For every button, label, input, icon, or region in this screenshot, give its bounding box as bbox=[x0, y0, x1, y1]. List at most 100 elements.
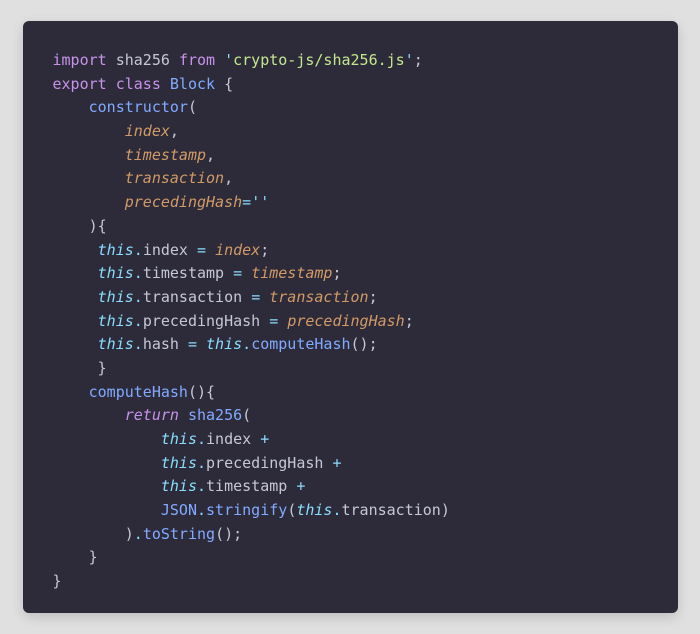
stringify-method: stringify bbox=[206, 501, 287, 519]
dot: . bbox=[134, 525, 143, 543]
string-literal: crypto-js/sha256.js bbox=[233, 51, 405, 69]
paren: ( bbox=[287, 501, 296, 519]
brace: } bbox=[98, 359, 107, 377]
property: timestamp bbox=[143, 264, 224, 282]
indent bbox=[53, 430, 161, 448]
identifier-sha256: sha256 bbox=[116, 51, 170, 69]
code-panel: import sha256 from 'crypto-js/sha256.js'… bbox=[23, 21, 678, 613]
this-keyword: this bbox=[98, 288, 134, 306]
brace: } bbox=[53, 572, 62, 590]
property: index bbox=[206, 430, 251, 448]
quote: ' bbox=[260, 193, 269, 211]
dot: . bbox=[197, 454, 206, 472]
indent bbox=[53, 146, 125, 164]
space bbox=[188, 241, 197, 259]
space bbox=[278, 312, 287, 330]
equals: = bbox=[242, 193, 251, 211]
class-name: Block bbox=[170, 75, 215, 93]
this-keyword: this bbox=[98, 241, 134, 259]
indent bbox=[53, 122, 125, 140]
assign-op: = bbox=[197, 241, 206, 259]
paren: ) bbox=[441, 501, 450, 519]
indent bbox=[53, 98, 89, 116]
indent bbox=[53, 217, 89, 235]
dot: . bbox=[197, 430, 206, 448]
dot: . bbox=[197, 501, 206, 519]
quote: ' bbox=[251, 193, 260, 211]
plus-op: + bbox=[296, 477, 305, 495]
indent bbox=[53, 359, 98, 377]
space bbox=[287, 477, 296, 495]
this-keyword: this bbox=[161, 477, 197, 495]
comma: , bbox=[206, 146, 215, 164]
property: transaction bbox=[143, 288, 242, 306]
indent bbox=[53, 264, 98, 282]
paren: ( bbox=[188, 98, 197, 116]
assign-op: = bbox=[188, 335, 197, 353]
parens: () bbox=[215, 525, 233, 543]
semicolon: ; bbox=[405, 312, 414, 330]
indent bbox=[53, 501, 161, 519]
keyword-class: class bbox=[116, 75, 161, 93]
constructor-keyword: constructor bbox=[89, 98, 188, 116]
indent bbox=[53, 169, 125, 187]
semicolon: ; bbox=[332, 264, 341, 282]
param-index: index bbox=[125, 122, 170, 140]
parens-brace: (){ bbox=[188, 383, 215, 401]
space bbox=[260, 312, 269, 330]
semicolon: ; bbox=[369, 288, 378, 306]
space bbox=[242, 288, 251, 306]
plus-op: + bbox=[332, 454, 341, 472]
dot: . bbox=[134, 241, 143, 259]
quote: ' bbox=[224, 51, 233, 69]
value: transaction bbox=[269, 288, 368, 306]
paren-brace: ){ bbox=[89, 217, 107, 235]
brace: } bbox=[89, 548, 98, 566]
code-block: import sha256 from 'crypto-js/sha256.js'… bbox=[53, 49, 648, 594]
this-keyword: this bbox=[206, 335, 242, 353]
property: hash bbox=[143, 335, 179, 353]
keyword-import: import bbox=[53, 51, 107, 69]
indent bbox=[53, 477, 161, 495]
param-precedinghash: precedingHash bbox=[125, 193, 242, 211]
property: index bbox=[143, 241, 188, 259]
parens: () bbox=[351, 335, 369, 353]
dot: . bbox=[332, 501, 341, 519]
comma: , bbox=[170, 122, 179, 140]
assign-op: = bbox=[251, 288, 260, 306]
indent bbox=[53, 454, 161, 472]
property: transaction bbox=[342, 501, 441, 519]
dot: . bbox=[197, 477, 206, 495]
param-transaction: transaction bbox=[125, 169, 224, 187]
space bbox=[197, 335, 206, 353]
dot: . bbox=[134, 335, 143, 353]
space bbox=[179, 335, 188, 353]
indent bbox=[53, 383, 89, 401]
this-keyword: this bbox=[161, 430, 197, 448]
space bbox=[260, 288, 269, 306]
assign-op: = bbox=[233, 264, 242, 282]
indent bbox=[53, 312, 98, 330]
comma: , bbox=[224, 169, 233, 187]
param-timestamp: timestamp bbox=[125, 146, 206, 164]
this-keyword: this bbox=[98, 264, 134, 282]
paren: ) bbox=[125, 525, 134, 543]
sha256-call: sha256 bbox=[188, 406, 242, 424]
property: precedingHash bbox=[206, 454, 323, 472]
quote: ' bbox=[405, 51, 414, 69]
method-call: computeHash bbox=[251, 335, 350, 353]
this-keyword: this bbox=[98, 312, 134, 330]
paren: ( bbox=[242, 406, 251, 424]
keyword-return: return bbox=[125, 406, 179, 424]
assign-op: = bbox=[269, 312, 278, 330]
indent bbox=[53, 406, 125, 424]
dot: . bbox=[134, 288, 143, 306]
tostring-method: toString bbox=[143, 525, 215, 543]
indent bbox=[53, 548, 89, 566]
semicolon: ; bbox=[369, 335, 378, 353]
method-name: computeHash bbox=[89, 383, 188, 401]
indent bbox=[53, 525, 125, 543]
dot: . bbox=[242, 335, 251, 353]
value: index bbox=[215, 241, 260, 259]
this-keyword: this bbox=[296, 501, 332, 519]
